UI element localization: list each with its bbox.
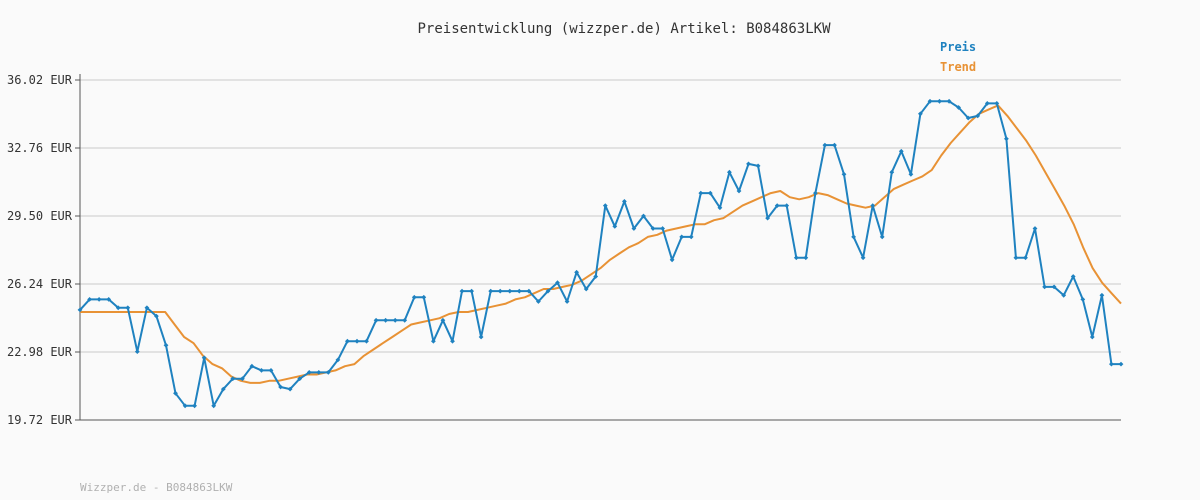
data-point (832, 142, 837, 148)
series (77, 98, 1124, 409)
data-point (1013, 255, 1019, 261)
y-tick-label: 32.76 EUR (7, 141, 73, 155)
y-tick-label: 29.50 EUR (7, 209, 73, 223)
data-point (488, 288, 494, 294)
data-point (841, 171, 847, 177)
data-point (1118, 361, 1124, 367)
data-point (1089, 334, 1095, 340)
data-point (516, 288, 522, 294)
legend-entry-preis: Preis (940, 40, 976, 54)
legend-entry-trend: Trend (940, 60, 976, 74)
y-axis-ticks: 19.72 EUR 22.98 EUR 26.24 EUR 29.50 EUR 32.7… (7, 73, 73, 427)
data-point (784, 203, 790, 208)
data-point (1023, 255, 1028, 261)
data-point (497, 288, 503, 294)
axes (75, 74, 1121, 421)
data-point (937, 98, 942, 104)
data-point (96, 297, 102, 302)
price-chart-svg: Preisentwicklung (wizzper.de) Artikel: B… (7, 21, 1124, 494)
price-chart: Preisentwicklung (wizzper.de) Artikel: B… (0, 0, 1200, 500)
data-point (660, 226, 665, 231)
y-tick-label: 36.02 EUR (7, 73, 73, 87)
data-point (459, 288, 465, 294)
data-point (698, 190, 704, 196)
data-point (383, 317, 388, 323)
data-point (469, 288, 474, 294)
data-point (1042, 284, 1047, 290)
data-point (746, 161, 751, 167)
y-tick-label: 19.72 EUR (7, 413, 73, 427)
data-point (421, 294, 427, 300)
chart-title: Preisentwicklung (wizzper.de) Artikel: B… (417, 21, 831, 37)
data-point (1004, 136, 1009, 142)
data-point (1032, 226, 1038, 231)
data-point (793, 255, 799, 261)
data-point (1109, 361, 1114, 367)
data-point (125, 305, 131, 311)
data-point (354, 338, 360, 344)
series-line-preis (79, 100, 1121, 407)
y-tick-label: 22.98 EUR (7, 345, 73, 359)
data-point (392, 317, 398, 323)
data-point (134, 349, 140, 354)
data-point (822, 142, 828, 148)
grid-lines (80, 79, 1121, 353)
data-point (1099, 292, 1105, 298)
y-tick-label: 26.24 EUR (7, 277, 73, 291)
data-point (688, 234, 694, 240)
footer-credit: Wizzper.de - B084863LKW (80, 481, 233, 494)
data-point (192, 403, 197, 409)
data-point (755, 163, 761, 169)
data-point (163, 342, 169, 348)
data-point (803, 255, 809, 261)
data-point (507, 288, 513, 294)
data-point (478, 334, 484, 340)
data-point (879, 234, 885, 240)
